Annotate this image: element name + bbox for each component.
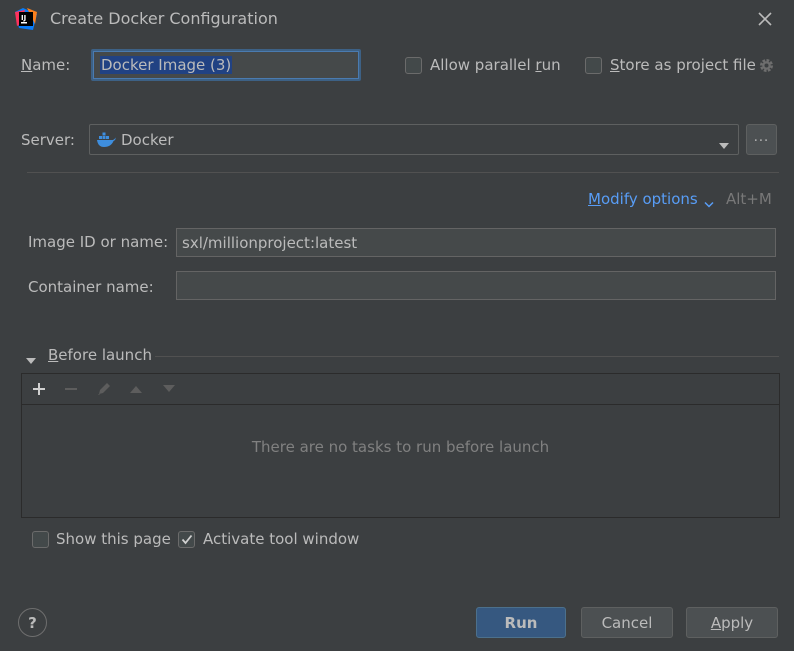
activate-tool-window-checkbox[interactable] [178,531,195,548]
checkmark-icon [181,534,192,545]
name-label: Name: [21,56,71,74]
plus-icon [33,383,45,395]
title-bar: IJ Create Docker Configuration [0,0,794,38]
show-this-page-label[interactable]: Show this page [56,530,171,548]
pencil-icon [98,383,110,395]
apply-button[interactable]: Apply [686,607,778,638]
modify-options-link[interactable]: Modify options [588,190,698,208]
store-as-project-file-checkbox[interactable] [585,57,602,74]
arrow-down-icon [163,385,175,392]
store-as-project-file-label[interactable]: Store as project file [610,56,756,74]
cancel-button[interactable]: Cancel [581,607,673,638]
gear-icon[interactable] [758,57,775,74]
name-input[interactable]: Docker Image (3) [91,49,361,81]
section-divider [155,356,779,357]
move-down-button[interactable] [159,379,179,399]
add-task-button[interactable] [29,379,49,399]
server-dropdown[interactable]: Docker [89,124,739,155]
docker-icon [96,131,116,149]
divider [27,172,779,173]
container-name-label: Container name: [28,278,154,296]
name-input-value: Docker Image (3) [100,56,233,74]
image-id-label: Image ID or name: [28,233,169,251]
configure-servers-button[interactable]: ... [746,124,777,155]
activate-tool-window-label[interactable]: Activate tool window [203,530,359,548]
window-title: Create Docker Configuration [50,9,278,28]
intellij-app-icon: IJ [15,8,37,30]
svg-text:IJ: IJ [21,14,26,22]
allow-parallel-run-checkbox[interactable] [405,57,422,74]
server-label: Server: [21,131,75,149]
server-value: Docker [121,130,174,149]
before-launch-panel: There are no tasks to run before launch [21,373,780,518]
move-up-button[interactable] [126,379,146,399]
help-button[interactable]: ? [18,608,47,637]
edit-task-button[interactable] [94,379,114,399]
allow-parallel-run-label[interactable]: Allow parallel run [430,56,561,74]
container-name-input[interactable] [176,271,776,300]
empty-tasks-message: There are no tasks to run before launch [251,438,550,456]
tasks-toolbar [22,374,779,405]
collapse-triangle-icon[interactable] [25,351,37,369]
chevron-down-icon [718,136,730,154]
close-icon [758,12,772,26]
show-this-page-checkbox[interactable] [32,531,49,548]
minus-icon [65,388,77,390]
arrow-up-icon [130,386,142,393]
before-launch-title[interactable]: Before launch [48,346,152,364]
close-button[interactable] [752,6,778,32]
remove-task-button[interactable] [61,379,81,399]
run-button[interactable]: Run [476,607,566,638]
chevron-down-icon [704,195,714,213]
image-id-input[interactable]: sxl/millionproject:latest [176,228,776,257]
modify-options-shortcut: Alt+M [726,190,772,208]
